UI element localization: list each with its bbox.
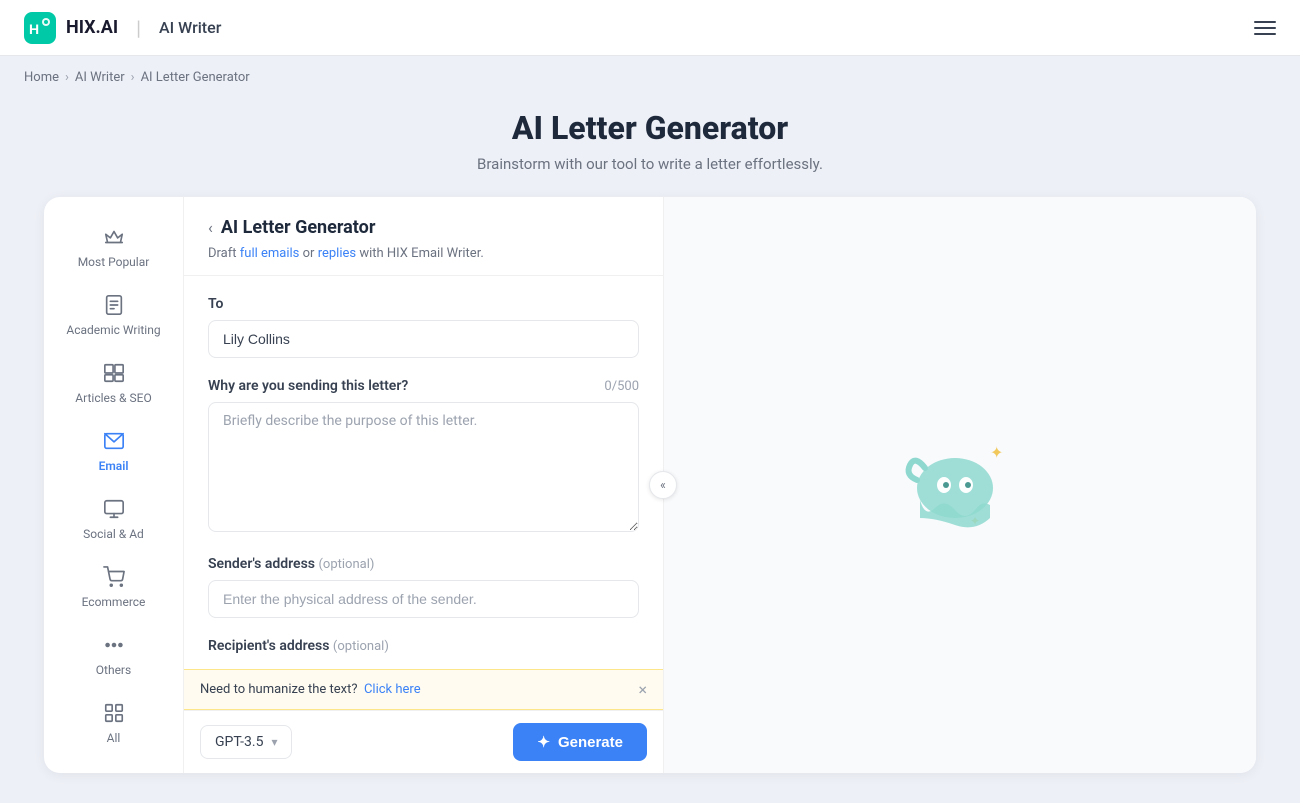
why-label: Why are you sending this letter? 0/500 (208, 378, 639, 394)
full-emails-link[interactable]: full emails (240, 246, 300, 261)
form-header: ‹ AI Letter Generator Draft full emails … (184, 197, 663, 276)
grid4-icon (102, 701, 126, 725)
form-body: To Why are you sending this letter? 0/50… (184, 276, 663, 694)
logo-text: HIX.AI (66, 17, 118, 38)
hamburger-menu-button[interactable] (1254, 21, 1276, 35)
sidebar-item-articles-seo[interactable]: Articles & SEO (44, 349, 183, 417)
why-textarea[interactable] (208, 402, 639, 532)
humanize-bar: Need to humanize the text? Click here × (184, 669, 663, 710)
sidebar-item-most-popular[interactable]: Most Popular (44, 213, 183, 281)
page-title: AI Letter Generator (0, 109, 1300, 147)
breadcrumb-ai-writer[interactable]: AI Writer (75, 70, 125, 85)
monitor-icon (102, 497, 126, 521)
sender-address-input[interactable] (208, 580, 639, 618)
svg-text:✦: ✦ (990, 443, 1003, 462)
form-panel: ‹ AI Letter Generator Draft full emails … (184, 197, 664, 773)
sidebar-label-all: All (107, 731, 121, 745)
replies-link[interactable]: replies (318, 246, 356, 261)
content-card: Most Popular Academic Writing (44, 197, 1256, 773)
sidebar-item-all[interactable]: All (44, 689, 183, 757)
main-content: Most Popular Academic Writing (0, 197, 1300, 803)
form-footer: Need to humanize the text? Click here × … (184, 669, 663, 773)
crown-icon (102, 225, 126, 249)
sender-address-label-text: Sender's address (optional) (208, 556, 374, 572)
recipient-optional: (optional) (333, 639, 389, 654)
recipient-address-label: Recipient's address (optional) (208, 638, 639, 654)
breadcrumb: Home › AI Writer › AI Letter Generator (0, 56, 1300, 99)
generate-label: Generate (558, 734, 623, 751)
humanize-close-button[interactable]: × (638, 680, 647, 699)
sender-address-group: Sender's address (optional) (208, 556, 639, 618)
sidebar-item-email[interactable]: Email (44, 417, 183, 485)
collapse-panel-button[interactable]: « (649, 471, 677, 499)
to-label: To (208, 296, 639, 312)
mascot-area: ✦ ✦ (900, 430, 1020, 540)
form-desc-suffix: with HIX Email Writer. (356, 246, 484, 261)
page-subtitle: Brainstorm with our tool to write a lett… (0, 155, 1300, 173)
back-button[interactable]: ‹ (208, 218, 213, 237)
sender-optional: (optional) (318, 557, 374, 572)
header-left: H HIX.AI | AI Writer (24, 12, 221, 44)
sidebar-label-most-popular: Most Popular (78, 255, 150, 269)
form-desc-text: Draft (208, 246, 240, 261)
sidebar-label-articles-seo: Articles & SEO (75, 391, 151, 405)
humanize-link[interactable]: Click here (364, 682, 421, 697)
humanize-label: Need to humanize the text? (200, 682, 358, 697)
breadcrumb-sep-2: › (131, 70, 135, 85)
why-count: 0/500 (604, 379, 639, 394)
recipient-address-group: Recipient's address (optional) (208, 638, 639, 654)
form-title: AI Letter Generator (221, 217, 376, 238)
sender-address-label: Sender's address (optional) (208, 556, 639, 572)
dots-icon (102, 633, 126, 657)
sidebar-label-others: Others (96, 663, 131, 677)
svg-text:H: H (29, 21, 39, 37)
header: H HIX.AI | AI Writer (0, 0, 1300, 56)
why-field-group: Why are you sending this letter? 0/500 (208, 378, 639, 536)
model-label: GPT-3.5 (215, 734, 263, 750)
chevron-down-icon: ▾ (271, 735, 277, 749)
sidebar-item-ecommerce[interactable]: Ecommerce (44, 553, 183, 621)
cart-icon (102, 565, 126, 589)
sidebar-item-others[interactable]: Others (44, 621, 183, 689)
sidebar-label-email: Email (99, 459, 129, 473)
ai-writer-label: AI Writer (159, 18, 221, 37)
breadcrumb-sep-1: › (65, 70, 69, 85)
sidebar: Most Popular Academic Writing (44, 197, 184, 773)
sidebar-label-academic-writing: Academic Writing (66, 323, 160, 337)
document-icon (102, 293, 126, 317)
recipient-address-label-text: Recipient's address (optional) (208, 638, 389, 654)
articles-icon (102, 361, 126, 385)
model-select[interactable]: GPT-3.5 ▾ (200, 725, 292, 759)
sidebar-label-social-ad: Social & Ad (83, 527, 144, 541)
header-divider: | (136, 16, 141, 40)
why-label-text: Why are you sending this letter? (208, 378, 408, 394)
sidebar-item-academic-writing[interactable]: Academic Writing (44, 281, 183, 349)
page-title-area: AI Letter Generator Brainstorm with our … (0, 99, 1300, 197)
breadcrumb-current: AI Letter Generator (141, 70, 250, 85)
breadcrumb-home[interactable]: Home (24, 70, 59, 85)
form-description: Draft full emails or replies with HIX Em… (208, 246, 639, 261)
output-panel: ✦ ✦ (664, 197, 1256, 773)
generate-bar: GPT-3.5 ▾ ✦ Generate (184, 710, 663, 773)
humanize-text: Need to humanize the text? Click here (200, 682, 421, 697)
generate-button[interactable]: ✦ Generate (513, 723, 647, 761)
email-icon (102, 429, 126, 453)
hix-logo-icon: H (24, 12, 56, 44)
sidebar-label-ecommerce: Ecommerce (82, 595, 146, 609)
to-input[interactable] (208, 320, 639, 358)
mascot-icon: ✦ ✦ (900, 430, 1020, 540)
form-or-text: or (299, 246, 317, 261)
wand-icon: ✦ (537, 733, 550, 751)
sidebar-item-social-ad[interactable]: Social & Ad (44, 485, 183, 553)
to-field-group: To (208, 296, 639, 358)
